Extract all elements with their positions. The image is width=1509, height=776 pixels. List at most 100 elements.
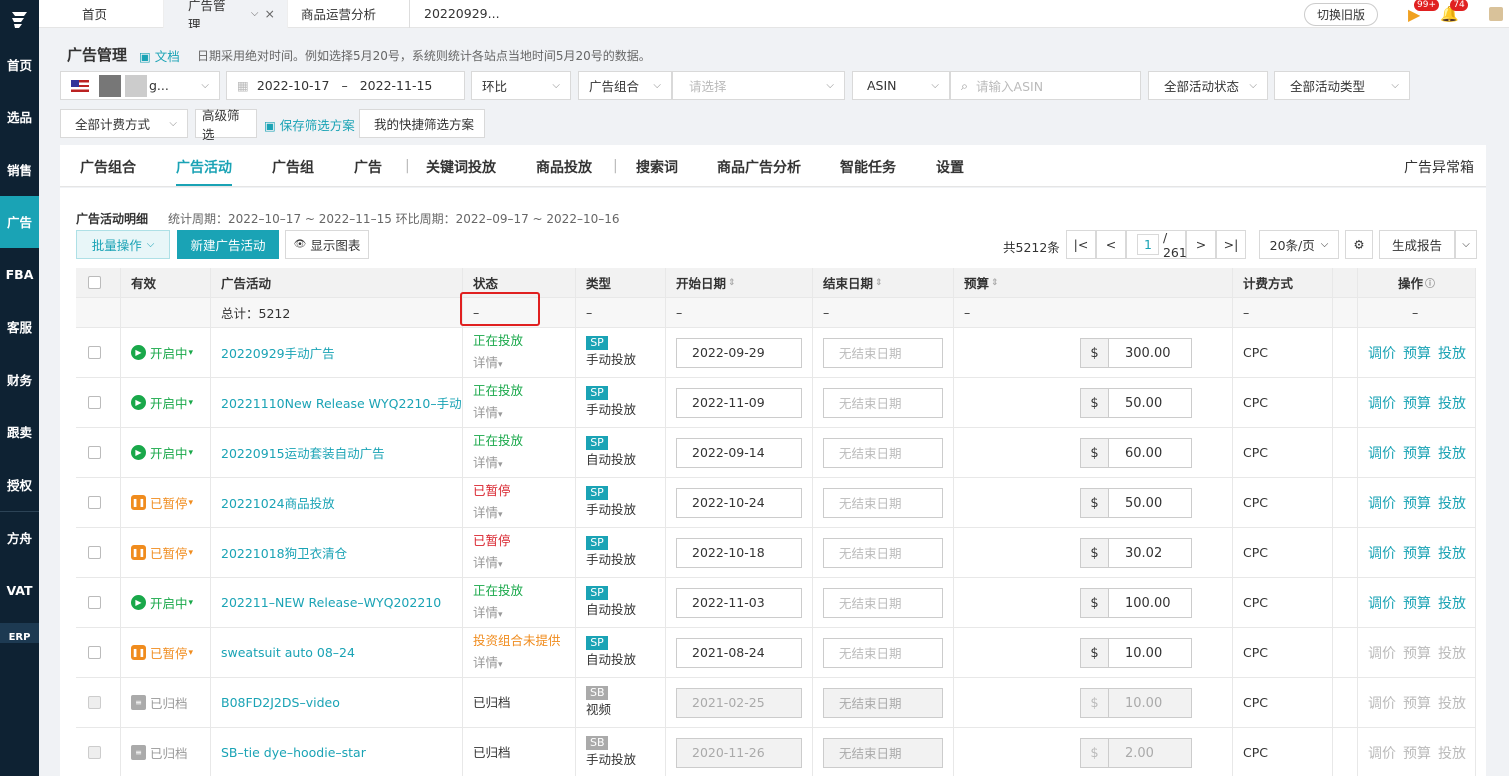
nav-tab-4[interactable]: 关键词投放	[426, 157, 496, 177]
budget-input[interactable]: $100.00	[1080, 588, 1192, 618]
start-date-input[interactable]: 2022-09-29	[676, 337, 802, 368]
page-input[interactable]: 1/ 261	[1126, 230, 1187, 260]
end-date-input[interactable]: 无结束日期	[823, 587, 943, 618]
campaign-link[interactable]: 20220929手动广告	[221, 343, 335, 362]
detail-dropdown[interactable]: 详情▾	[473, 602, 503, 626]
adjust-bid-link[interactable]: 调价	[1368, 643, 1396, 663]
tab-home[interactable]: 首页	[39, 0, 164, 28]
show-chart-button[interactable]: 👁 显示图表	[285, 230, 369, 259]
row-checkbox[interactable]	[88, 396, 101, 409]
detail-dropdown[interactable]: 详情▾	[473, 552, 503, 576]
budget-input[interactable]: $30.02	[1080, 538, 1192, 568]
start-date-input[interactable]: 2021-08-24	[676, 637, 802, 668]
row-checkbox[interactable]	[88, 596, 101, 609]
targeting-link[interactable]: 投放	[1438, 693, 1466, 713]
valid-toggle[interactable]: ≡ 已归档	[121, 728, 211, 776]
adjust-bid-link[interactable]: 调价	[1368, 693, 1396, 713]
campaign-link[interactable]: 20221110New Release WYQ2210–手动	[221, 393, 462, 412]
budget-input[interactable]: $60.00	[1080, 438, 1192, 468]
tab-campaign[interactable]: 20220929...	[410, 0, 530, 28]
adjust-bid-link[interactable]: 调价	[1368, 493, 1396, 513]
campaign-link[interactable]: B08FD2J2DS–video	[221, 695, 340, 710]
sidebar-item-5[interactable]: 客服	[0, 301, 39, 354]
adjust-bid-link[interactable]: 调价	[1368, 743, 1396, 763]
budget-input[interactable]: $10.00	[1080, 638, 1192, 668]
targeting-link[interactable]: 投放	[1438, 643, 1466, 663]
current-page[interactable]: 1	[1137, 234, 1159, 255]
end-date-input[interactable]: 无结束日期	[823, 637, 943, 668]
campaign-link[interactable]: 20221024商品投放	[221, 493, 335, 512]
sidebar-item-4[interactable]: FBA	[0, 248, 39, 301]
campaign-link[interactable]: 202211–NEW Release–WYQ202210	[221, 595, 441, 610]
start-date-input[interactable]: 2022-10-18	[676, 537, 802, 568]
bell-icon[interactable]: 🔔 74	[1440, 0, 1468, 23]
budget-input[interactable]: $300.00	[1080, 338, 1192, 368]
budget-link[interactable]: 预算	[1403, 743, 1431, 763]
asin-search-input[interactable]: ⌕ 请输入ASIN	[950, 71, 1141, 100]
budget-link[interactable]: 预算	[1403, 643, 1431, 663]
adjust-bid-link[interactable]: 调价	[1368, 343, 1396, 363]
targeting-link[interactable]: 投放	[1438, 343, 1466, 363]
app-logo-icon[interactable]	[0, 0, 39, 38]
nav-tab-0[interactable]: 广告组合	[80, 157, 136, 177]
tab-product-analysis[interactable]: 商品运营分析	[288, 0, 410, 28]
budget-input[interactable]: $50.00	[1080, 488, 1192, 518]
last-page-button[interactable]: >|	[1216, 230, 1246, 259]
nav-tab-1[interactable]: 广告活动	[176, 157, 232, 177]
budget-link[interactable]: 预算	[1403, 693, 1431, 713]
batch-operation-button[interactable]: 批量操作 ⌵	[76, 230, 170, 259]
campaign-link[interactable]: 20221018狗卫衣清仓	[221, 543, 347, 562]
budget-input[interactable]: $50.00	[1080, 388, 1192, 418]
nav-tab-5[interactable]: 商品投放	[536, 157, 592, 177]
valid-toggle[interactable]: ▶ 开启中 ▾	[121, 428, 211, 477]
row-checkbox[interactable]	[88, 546, 101, 559]
my-schemes-button[interactable]: 我的快捷筛选方案	[359, 109, 485, 138]
targeting-link[interactable]: 投放	[1438, 593, 1466, 613]
nav-tab-8[interactable]: 智能任务	[840, 157, 896, 177]
adjust-bid-link[interactable]: 调价	[1368, 393, 1396, 413]
generate-report-button[interactable]: 生成报告	[1379, 230, 1455, 259]
budget-value[interactable]: 50.00	[1109, 488, 1192, 518]
valid-toggle[interactable]: ▶ 开启中 ▾	[121, 378, 211, 427]
page-size-select[interactable]: 20条/页 ⌵	[1259, 230, 1339, 259]
avatar[interactable]	[1489, 7, 1503, 21]
end-date-input[interactable]: 无结束日期	[823, 387, 943, 418]
sidebar-item-6[interactable]: 财务	[0, 353, 39, 406]
start-date-input[interactable]: 2022-11-09	[676, 387, 802, 418]
budget-link[interactable]: 预算	[1403, 443, 1431, 463]
col-start[interactable]: 开始日期 ⇕	[666, 268, 813, 297]
select-all-checkbox[interactable]	[76, 268, 121, 297]
compare-select[interactable]: 环比 ⌵	[471, 71, 571, 100]
save-scheme-button[interactable]: ▣ 保存筛选方案	[264, 115, 355, 134]
start-date-input[interactable]: 2022-09-14	[676, 437, 802, 468]
prev-page-button[interactable]: <	[1096, 230, 1126, 259]
sidebar-item-1[interactable]: 选品	[0, 91, 39, 144]
advanced-filter-button[interactable]: 高级筛选	[195, 108, 257, 142]
budget-link[interactable]: 预算	[1403, 393, 1431, 413]
portfolio-type-select[interactable]: 广告组合 ⌵	[578, 71, 672, 100]
sort-icon[interactable]: ⇕	[991, 278, 999, 288]
budget-value[interactable]: 50.00	[1109, 388, 1192, 418]
budget-link[interactable]: 预算	[1403, 593, 1431, 613]
tab-ad-management[interactable]: 广告管理 ⌵ ×	[164, 0, 288, 32]
billing-select[interactable]: 全部计费方式 ⌵	[60, 109, 188, 138]
end-date-input[interactable]: 无结束日期	[823, 337, 943, 368]
sidebar-item-7[interactable]: 跟卖	[0, 406, 39, 459]
adjust-bid-link[interactable]: 调价	[1368, 543, 1396, 563]
first-page-button[interactable]: |<	[1066, 230, 1096, 259]
budget-value[interactable]: 300.00	[1109, 338, 1192, 368]
store-select[interactable]: g... ⌵	[60, 71, 220, 100]
detail-dropdown[interactable]: 详情▾	[473, 652, 503, 676]
end-date-input[interactable]: 无结束日期	[823, 487, 943, 518]
start-date-input[interactable]: 2022-10-24	[676, 487, 802, 518]
nav-tab-2[interactable]: 广告组	[272, 157, 314, 177]
asin-type-select[interactable]: ASIN ⌵	[852, 71, 950, 100]
switch-old-version-button[interactable]: 切换旧版	[1303, 2, 1378, 26]
next-page-button[interactable]: >	[1186, 230, 1216, 259]
budget-value[interactable]: 10.00	[1109, 638, 1192, 668]
targeting-link[interactable]: 投放	[1438, 493, 1466, 513]
close-icon[interactable]: ×	[265, 6, 275, 21]
budget-link[interactable]: 预算	[1403, 493, 1431, 513]
new-campaign-button[interactable]: 新建广告活动	[177, 230, 279, 259]
budget-link[interactable]: 预算	[1403, 543, 1431, 563]
